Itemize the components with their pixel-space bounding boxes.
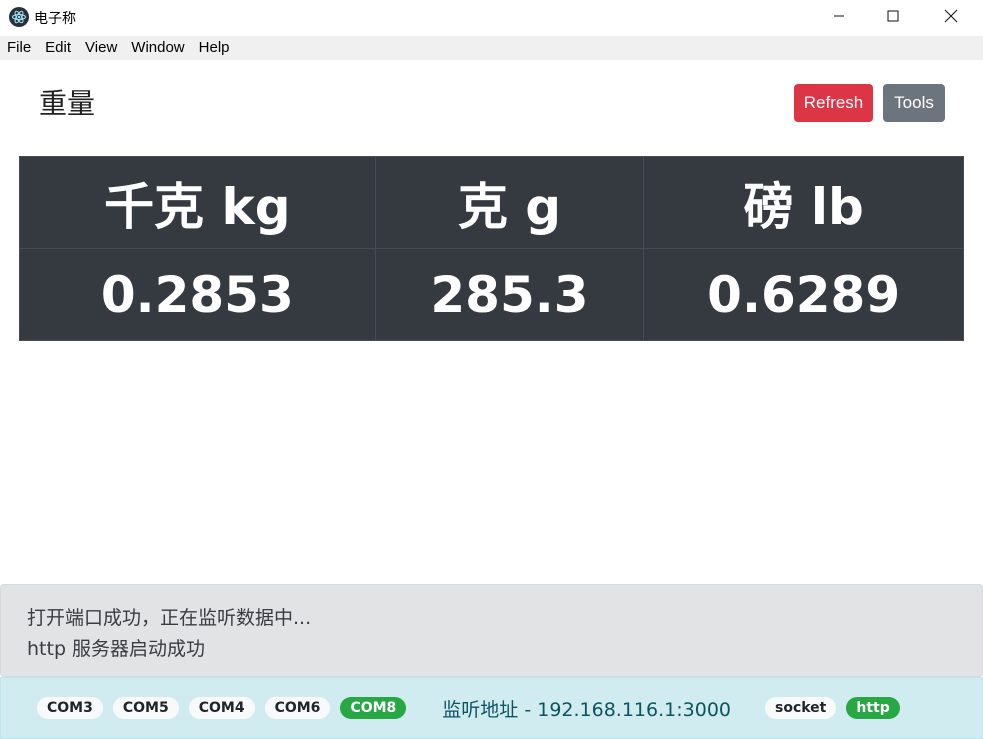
close-icon	[944, 9, 958, 23]
minimize-icon	[834, 15, 844, 17]
listen-address: 监听地址 - 192.168.116.1:3000	[442, 698, 731, 721]
header-kg: 千克 kg	[19, 156, 376, 249]
port-badge-com8[interactable]: COM8	[340, 697, 407, 719]
maximize-icon	[887, 10, 899, 22]
port-badge-com5[interactable]: COM5	[112, 697, 179, 719]
log-line: 打开端口成功，正在监听数据中...	[27, 607, 312, 629]
status-bar: COM3 COM5 COM4 COM6 COM8 监听地址 - 192.168.…	[0, 677, 983, 739]
window-title: 电子称	[34, 10, 76, 26]
menu-bar: File Edit View Window Help	[0, 36, 983, 60]
log-line: http 服务器启动成功	[27, 638, 206, 660]
protocol-badge-http[interactable]: http	[846, 697, 900, 719]
menu-edit[interactable]: Edit	[38, 36, 78, 60]
title-bar: 电子称	[0, 0, 983, 34]
maximize-button[interactable]	[870, 0, 916, 32]
port-badge-com6[interactable]: COM6	[264, 697, 331, 719]
port-badge-com3[interactable]: COM3	[37, 697, 103, 719]
value-g: 285.3	[374, 248, 645, 341]
port-badge-com4[interactable]: COM4	[188, 697, 255, 719]
tools-button[interactable]: Tools	[883, 84, 945, 122]
weight-table: 千克 kg 克 g 磅 lb 0.2853 285.3 0.6289	[19, 156, 964, 341]
refresh-button[interactable]: Refresh	[794, 84, 873, 122]
weight-header-row: 千克 kg 克 g 磅 lb	[19, 156, 964, 249]
header-g: 克 g	[374, 156, 645, 249]
value-kg: 0.2853	[19, 248, 376, 341]
menu-window[interactable]: Window	[124, 36, 191, 60]
value-lb: 0.6289	[643, 248, 964, 341]
header-lb: 磅 lb	[643, 156, 964, 249]
menu-help[interactable]: Help	[192, 36, 237, 60]
close-button[interactable]	[928, 0, 974, 32]
log-panel: 打开端口成功，正在监听数据中... http 服务器启动成功	[0, 584, 983, 677]
menu-view[interactable]: View	[78, 36, 124, 60]
protocol-badge-socket[interactable]: socket	[765, 697, 837, 719]
electron-app-icon	[9, 7, 29, 27]
menu-file[interactable]: File	[0, 36, 38, 60]
weight-value-row: 0.2853 285.3 0.6289	[19, 248, 964, 341]
page-title: 重量	[39, 87, 96, 120]
minimize-button[interactable]	[816, 0, 862, 32]
